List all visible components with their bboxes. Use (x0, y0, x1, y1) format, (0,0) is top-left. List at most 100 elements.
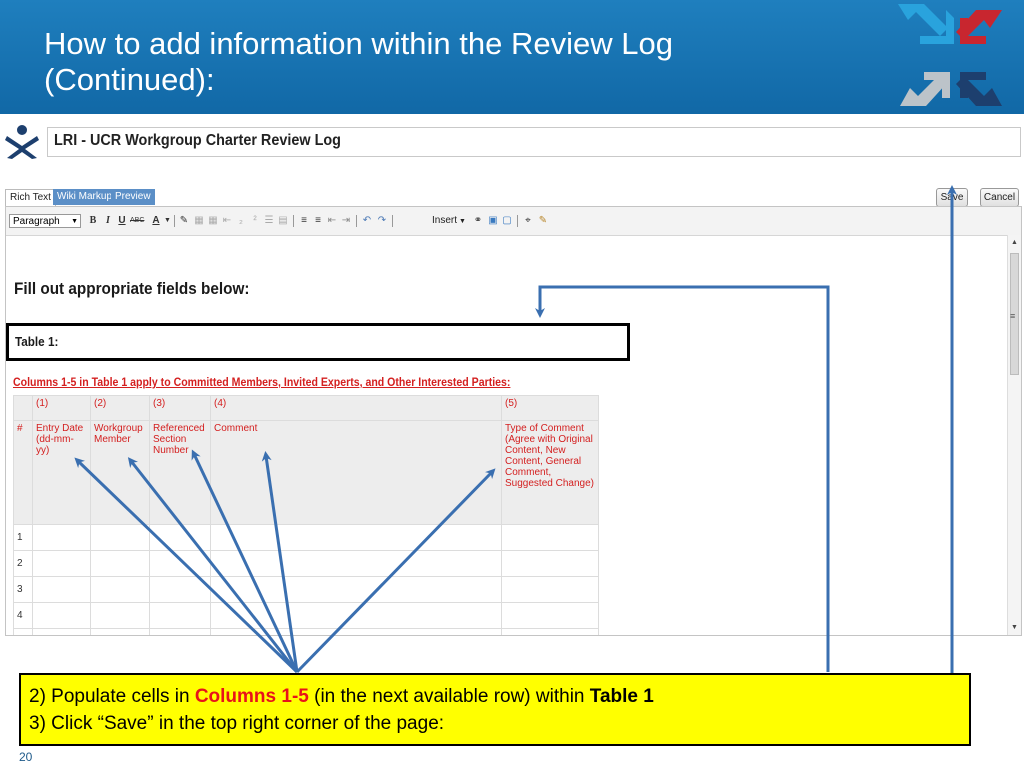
table-row: 3 (13, 576, 599, 603)
subscript-icon[interactable]: ₂ (235, 214, 247, 228)
table-cell[interactable] (210, 576, 502, 603)
site-logo-icon[interactable] (3, 122, 41, 160)
table-cell[interactable] (501, 524, 599, 551)
table-cell[interactable]: (5) (501, 395, 599, 421)
arrows-logo-icon (898, 4, 1002, 106)
insert-row-icon[interactable]: ▦ (193, 214, 205, 228)
table-icon[interactable]: ▤ (277, 214, 289, 228)
save-button[interactable]: Save (936, 188, 968, 207)
tab-wiki-markup[interactable]: Wiki Markup (53, 189, 117, 205)
scroll-down-icon[interactable]: ▼ (1011, 624, 1018, 631)
header-cell-section-number[interactable]: Referenced Section Number (149, 420, 211, 525)
table-cell[interactable] (149, 628, 211, 635)
find-replace-icon[interactable]: ✎ (537, 214, 549, 228)
paragraph-format-select[interactable]: Paragraph ▼ (9, 214, 81, 228)
slide-number: 20 (19, 750, 33, 764)
rich-text-editor[interactable]: Paragraph ▼ B I U ABC A ▼ ✎ ▦ ▦ ⇤ ₂ ² ☰ … (5, 206, 1022, 636)
table-cell[interactable] (32, 524, 91, 551)
header-cell-number[interactable]: # (13, 420, 33, 525)
header-cell-entry-date[interactable]: Entry Date (dd-mm-yy) (32, 420, 91, 525)
redo-icon[interactable]: ↷ (376, 214, 388, 228)
undo-icon[interactable]: ↶ (361, 214, 373, 228)
table-cell[interactable] (501, 550, 599, 577)
table-cell[interactable] (210, 550, 502, 577)
toolbar-separator (392, 215, 393, 227)
callout-text: 2) Populate cells in (29, 686, 195, 707)
tab-preview[interactable]: Preview (111, 189, 155, 205)
table-cell[interactable] (90, 602, 150, 629)
page-title: LRI - UCR Workgroup Charter Review Log (54, 132, 341, 149)
table-cell[interactable] (90, 576, 150, 603)
table-cell[interactable] (32, 576, 91, 603)
link-icon[interactable]: ⚭ (472, 214, 484, 228)
table-cell[interactable] (501, 628, 599, 635)
bold-icon[interactable]: B (88, 214, 98, 228)
table-cell[interactable] (90, 550, 150, 577)
column-header-row: # Entry Date (dd-mm-yy) Workgroup Member… (13, 420, 599, 525)
row-number-cell[interactable]: 1 (13, 524, 33, 551)
paragraph-format-value: Paragraph (13, 216, 60, 227)
font-color-dropdown-icon[interactable]: ▼ (164, 214, 171, 228)
table-cell[interactable] (32, 628, 91, 635)
italic-icon[interactable]: I (103, 214, 113, 228)
cancel-button[interactable]: Cancel (980, 188, 1019, 207)
image-icon[interactable]: ▣ (487, 214, 499, 228)
row-number-cell[interactable]: 2 (13, 550, 33, 577)
editor-scrollbar[interactable]: ▲ ≡ ▼ (1007, 235, 1021, 635)
slide-title-line2: (Continued): (44, 62, 215, 97)
edit-icon[interactable]: ✎ (178, 214, 190, 228)
indent-icon[interactable]: ⇥ (340, 214, 352, 228)
underline-icon[interactable]: U (117, 214, 127, 228)
table-cell[interactable] (501, 602, 599, 629)
table-row: 2 (13, 550, 599, 577)
macro-icon[interactable]: ▢ (501, 214, 513, 228)
row-number-cell[interactable]: 3 (13, 576, 33, 603)
header-cell-comment-type[interactable]: Type of Comment (Agree with Original Con… (501, 420, 599, 525)
dropdown-arrow-icon: ▼ (71, 218, 78, 225)
insert-menu[interactable]: Insert ▼ (432, 214, 466, 229)
table-cell[interactable] (90, 524, 150, 551)
table-cell[interactable] (32, 602, 91, 629)
slide-title: How to add information within the Review… (44, 26, 673, 98)
superscript-icon[interactable]: ² (249, 214, 261, 228)
scroll-up-icon[interactable]: ▲ (1011, 239, 1018, 246)
split-cells-icon[interactable]: ☰ (263, 214, 275, 228)
table-row (13, 628, 599, 635)
table-cell[interactable] (32, 550, 91, 577)
table-cell[interactable] (13, 395, 33, 421)
header-cell-comment[interactable]: Comment (210, 420, 502, 525)
table-cell[interactable] (90, 628, 150, 635)
table-cell[interactable] (210, 524, 502, 551)
insert-column-icon[interactable]: ▦ (207, 214, 219, 228)
header-cell-workgroup-member[interactable]: Workgroup Member (90, 420, 150, 525)
font-color-icon[interactable]: A (150, 214, 162, 228)
outdent-icon[interactable]: ⇤ (326, 214, 338, 228)
callout-bold: Table 1 (589, 686, 654, 707)
editor-toolbar: Paragraph ▼ B I U ABC A ▼ ✎ ▦ ▦ ⇤ ₂ ² ☰ … (6, 207, 1021, 236)
table-cell[interactable]: (2) (90, 395, 150, 421)
table-cell[interactable] (13, 628, 33, 635)
toolbar-separator (293, 215, 294, 227)
strikethrough-icon[interactable]: ABC (130, 214, 144, 228)
merge-cells-icon[interactable]: ⇤ (221, 214, 233, 228)
table-cell[interactable] (501, 576, 599, 603)
fullscreen-icon[interactable]: ⌖ (522, 214, 534, 228)
table-cell[interactable] (210, 628, 502, 635)
slide-title-line1: How to add information within the Review… (44, 26, 673, 61)
bullet-list-icon[interactable]: ≡ (298, 214, 310, 228)
table-cell[interactable]: (4) (210, 395, 502, 421)
table-cell[interactable] (210, 602, 502, 629)
table-cell[interactable] (149, 524, 211, 551)
table-cell[interactable] (149, 550, 211, 577)
numbered-list-icon[interactable]: ≡ (312, 214, 324, 228)
table-cell[interactable]: (1) (32, 395, 91, 421)
table-row: 1 (13, 524, 599, 551)
callout-highlight: Columns 1-5 (194, 686, 309, 707)
page-title-field[interactable]: LRI - UCR Workgroup Charter Review Log (47, 127, 1021, 157)
row-number-cell[interactable]: 4 (13, 602, 33, 629)
review-log-table: (1) (2) (3) (4) (5) # Entry Date (dd-mm-… (13, 395, 599, 635)
table-cell[interactable] (149, 602, 211, 629)
toolbar-separator (174, 215, 175, 227)
table-cell[interactable] (149, 576, 211, 603)
table-cell[interactable]: (3) (149, 395, 211, 421)
